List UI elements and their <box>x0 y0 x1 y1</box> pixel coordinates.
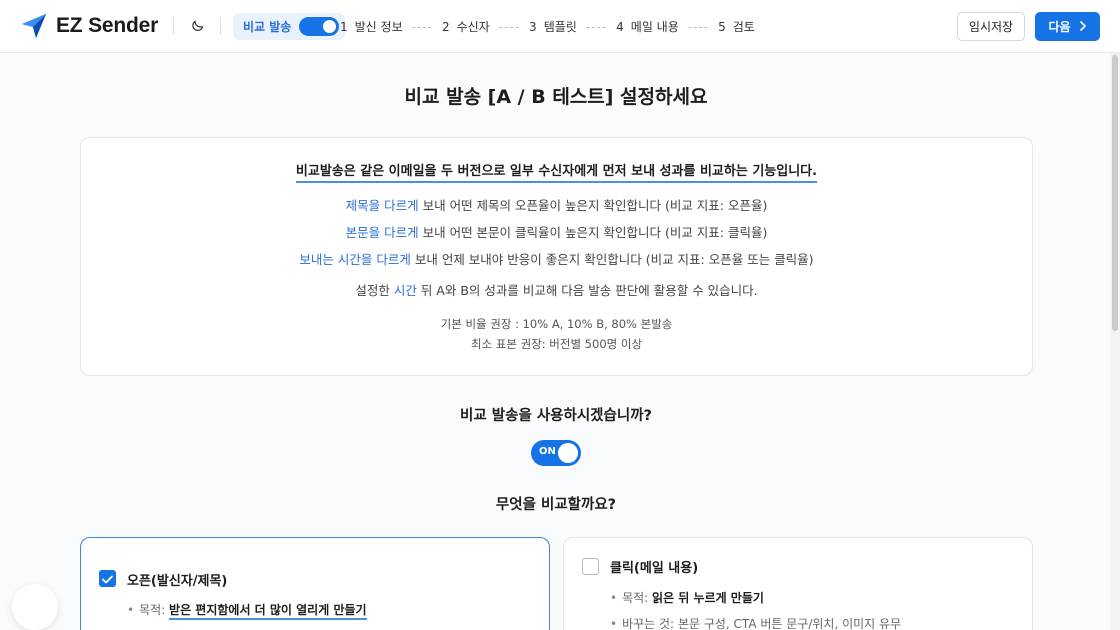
next-button-label: 다음 <box>1048 20 1071 34</box>
info-line-subject: 제목을 다르게 보내 어떤 제목의 오픈율이 높은지 확인합니다 (비교 지표:… <box>81 195 1032 214</box>
next-button[interactable]: 다음 <box>1035 12 1100 41</box>
step-template[interactable]: 3 템플릿 <box>529 18 577 35</box>
purpose-label: 목적: <box>139 603 166 617</box>
step-separator: ---- <box>411 19 433 34</box>
step-review[interactable]: 5 검토 <box>718 18 755 35</box>
step-separator: ---- <box>585 19 608 34</box>
step-label: 발신 정보 <box>354 20 403 34</box>
paper-plane-logo-icon <box>20 12 48 40</box>
change-value: 본문 구성, CTA 버튼 문구/위치, 이미지 유무 <box>677 617 902 630</box>
toggle-knob <box>323 20 336 33</box>
step-separator: ---- <box>687 19 710 34</box>
ab-test-chip-label: 비교 발송 <box>243 20 292 34</box>
info-text: 보내 어떤 본문이 클릭율이 높은지 확인합니다 (비교 지표: 클릭율) <box>418 225 768 240</box>
divider <box>220 17 221 35</box>
save-draft-button[interactable]: 임시저장 <box>957 12 1025 41</box>
change-label: 바꾸는 것: <box>622 617 675 630</box>
top-navbar: EZ Sender 비교 발송 1 발신 정보 ---- 2 수신자 ---- 3템… <box>0 0 1120 53</box>
option-click-card[interactable]: 클릭(메일 내용) • 목적: 읽은 뒤 누르게 만들기 • 바꾸는 것: 본문 구… <box>563 537 1033 630</box>
moon-icon <box>190 17 205 36</box>
option-click-purpose: • 목적: 읽은 뒤 누르게 만들기 <box>610 589 764 606</box>
bullet: • <box>610 617 618 630</box>
info-lead: 비교발송은 같은 이메일을 두 버전으로 일부 수신자에게 먼저 보내 성과를 … <box>81 160 1032 183</box>
info-line-body: 본문을 다르게 보내 어떤 본문이 클릭율이 높은지 확인합니다 (비교 지표:… <box>81 222 1032 241</box>
purpose-value: 받은 편지함에서 더 많이 열리게 만들기 <box>169 603 367 620</box>
ab-test-info-card: 비교발송은 같은 이메일을 두 버전으로 일부 수신자에게 먼저 보내 성과를 … <box>80 137 1033 376</box>
page-title: 비교 발송 [A / B 테스트] 설정하세요 <box>404 86 708 108</box>
step-label: 메일 내용 <box>630 20 679 34</box>
theme-toggle-button[interactable] <box>186 15 208 37</box>
info-text: 보내 어떤 제목의 오픈율이 높은지 확인합니다 (비교 지표: 오픈율) <box>418 198 768 213</box>
step-number: 1 <box>340 19 348 34</box>
ab-test-mini-toggle[interactable] <box>299 17 339 36</box>
step-number: 2 <box>441 19 450 34</box>
ratio-recommendation: 기본 비율 권장 : 10% A, 10% B, 80% 본발송 <box>440 317 673 331</box>
info-text: 설정한 <box>355 283 394 298</box>
info-summary: 설정한 시간 뒤 A와 B의 성과를 비교해 다음 발송 판단에 활용할 수 있… <box>81 280 1032 299</box>
step-mail-content[interactable]: 4 메일 내용 <box>616 18 679 35</box>
info-highlight: 시간 <box>393 283 417 298</box>
toggle-knob <box>558 443 578 463</box>
info-line-time: 보내는 시간을 다르게 보내 언제 보내야 반응이 좋은지 확인합니다 (비교 … <box>81 249 1032 268</box>
step-separator: ---- <box>498 19 521 34</box>
step-sender-info[interactable]: 1 발신 정보 <box>340 18 403 35</box>
brand-name: EZ Sender <box>56 14 159 37</box>
chevron-right-icon <box>1071 20 1087 34</box>
step-label: 수신자 <box>456 20 490 34</box>
step-label: 템플릿 <box>543 20 577 34</box>
option-open-card[interactable]: 오픈(발신자/제목) • 목적: 받은 편지함에서 더 많이 열리게 만들기 <box>80 537 550 630</box>
toggle-on-label: ON <box>539 446 556 457</box>
use-ab-question: 비교 발송을 사용하시겠습니까? <box>460 408 652 424</box>
floating-action-button[interactable] <box>12 584 58 630</box>
what-compare-question: 무엇을 비교할까요? <box>495 497 617 513</box>
info-text: 보내 언제 보내야 반응이 좋은지 확인합니다 (비교 지표: 오픈율 또는 클… <box>410 252 814 267</box>
step-label: 검토 <box>732 20 755 34</box>
divider <box>173 17 174 35</box>
info-text: 뒤 A와 B의 성과를 비교해 다음 발송 판단에 활용할 수 있습니다. <box>416 283 758 298</box>
check-icon <box>102 569 113 588</box>
option-click-checkbox[interactable] <box>582 558 599 575</box>
step-recipients[interactable]: 2 수신자 <box>442 18 490 35</box>
brand[interactable]: EZ Sender <box>20 12 158 40</box>
option-click-change: • 바꾸는 것: 본문 구성, CTA 버튼 문구/위치, 이미지 유무 <box>610 615 901 630</box>
bullet: • <box>610 591 618 605</box>
option-click-title: 클릭(메일 내용) <box>610 561 699 576</box>
option-open-checkbox[interactable] <box>99 570 116 587</box>
step-number: 5 <box>718 19 726 34</box>
ab-test-chip: 비교 발송 <box>233 13 345 40</box>
info-highlight: 본문을 다르게 <box>345 225 419 240</box>
info-lead-text: 비교발송은 같은 이메일을 두 버전으로 일부 수신자에게 먼저 보내 성과를 … <box>295 164 818 183</box>
option-open-title: 오픈(발신자/제목) <box>127 574 228 589</box>
option-open-purpose: • 목적: 받은 편지함에서 더 많이 열리게 만들기 <box>127 601 367 620</box>
purpose-value: 읽은 뒤 누르게 만들기 <box>652 591 764 605</box>
sample-recommendation: 최소 표본 권장: 버전별 500명 이상 <box>470 337 643 351</box>
scrollbar-thumb[interactable] <box>1112 55 1118 331</box>
step-number: 3 <box>529 19 537 34</box>
step-indicator: 1 발신 정보 ---- 2 수신자 ---- 3 템플릿 ---- 4 메일 내용 -… <box>340 18 755 35</box>
purpose-label: 목적: <box>622 591 649 605</box>
info-highlight: 제목을 다르게 <box>345 198 419 213</box>
info-highlight: 보내는 시간을 다르게 <box>299 252 411 267</box>
vertical-scrollbar[interactable] <box>1110 53 1120 630</box>
step-number: 4 <box>616 19 624 34</box>
bullet: • <box>127 603 135 617</box>
use-ab-toggle[interactable]: ON <box>531 440 581 466</box>
